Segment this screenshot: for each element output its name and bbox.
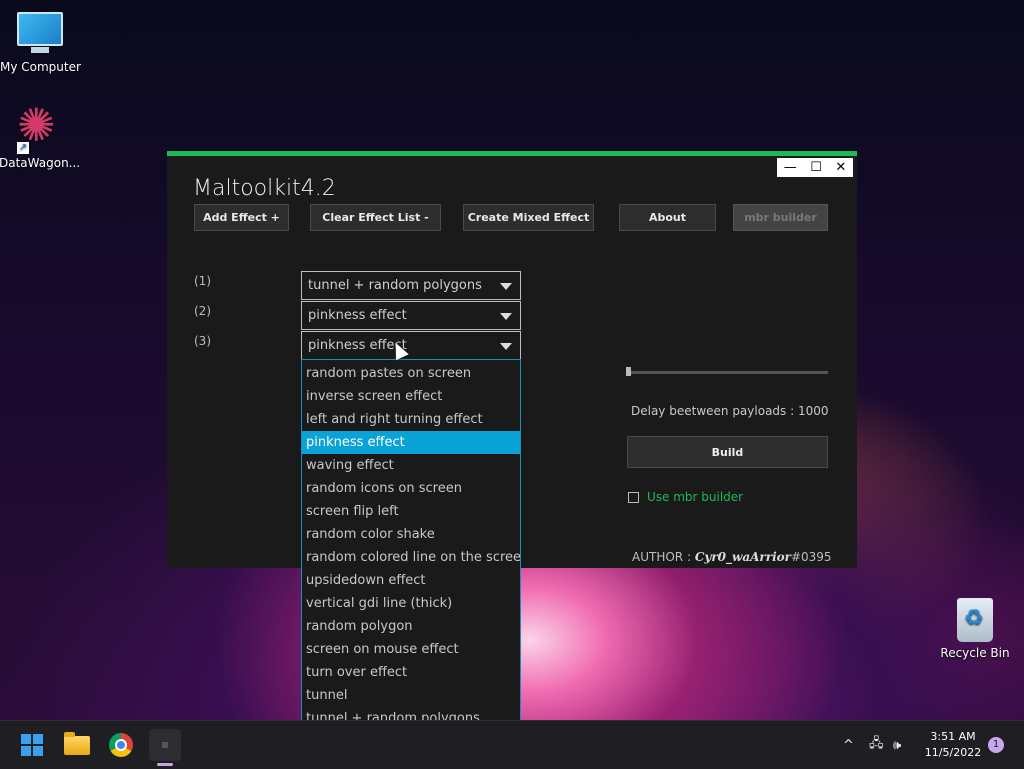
chrome-button[interactable] — [105, 729, 137, 761]
dropdown-option[interactable]: tunnel — [302, 684, 520, 707]
dropdown-option[interactable]: random colored line on the screen — [302, 546, 520, 569]
clock-date: 11/5/2022 — [924, 746, 982, 759]
minimize-button[interactable]: — — [784, 160, 797, 175]
shortcut-arrow-icon: ↗ — [17, 142, 29, 154]
dropdown-option[interactable]: vertical gdi line (thick) — [302, 592, 520, 615]
dropdown-option[interactable]: random pastes on screen — [302, 362, 520, 385]
effect-select-1[interactable]: tunnel + random polygons — [301, 271, 521, 300]
clock[interactable]: 3:51 AM 11/5/2022 — [918, 729, 988, 761]
delay-slider-thumb[interactable] — [626, 367, 631, 376]
create-mixed-effect-button[interactable]: Create Mixed Effect — [463, 204, 594, 231]
close-button[interactable]: ✕ — [835, 160, 846, 175]
dropdown-option[interactable]: left and right turning effect — [302, 408, 520, 431]
recycle-bin-shortcut[interactable]: Recycle Bin — [935, 598, 1015, 660]
dropdown-option[interactable]: screen on mouse effect — [302, 638, 520, 661]
dropdown-option[interactable]: random polygon — [302, 615, 520, 638]
effect-select-1-value: tunnel + random polygons — [308, 278, 482, 293]
chevron-down-icon — [500, 313, 512, 320]
taskbar: ^ 🖧 🕪 3:51 AM 11/5/2022 1 — [0, 720, 1024, 769]
clock-time: 3:51 AM — [930, 730, 976, 743]
dropdown-option[interactable]: screen flip left — [302, 500, 520, 523]
datawagon-shortcut[interactable]: ↗ DataWagon... — [0, 102, 81, 170]
row-1-label: (1) — [194, 274, 211, 288]
use-mbr-label[interactable]: Use mbr builder — [647, 490, 743, 504]
delay-slider-track[interactable] — [627, 371, 828, 374]
author-tag: #0395 — [790, 550, 832, 564]
effect-select-3[interactable]: pinkness effect — [301, 331, 521, 360]
about-button[interactable]: About — [619, 204, 716, 231]
dropdown-option[interactable]: pinkness effect — [302, 431, 520, 454]
volume-icon[interactable]: 🕪 — [893, 721, 901, 769]
network-icon[interactable]: 🖧 — [869, 721, 884, 769]
build-button[interactable]: Build — [627, 436, 828, 468]
start-button[interactable] — [16, 729, 48, 761]
effect-dropdown-list[interactable]: random pastes on screen inverse screen e… — [301, 359, 521, 720]
use-mbr-checkbox[interactable] — [628, 492, 639, 503]
dropdown-option[interactable]: upsidedown effect — [302, 569, 520, 592]
dropdown-option[interactable]: inverse screen effect — [302, 385, 520, 408]
my-computer-label: My Computer — [0, 60, 81, 74]
chrome-icon — [109, 733, 133, 757]
computer-icon — [17, 12, 63, 53]
datawagon-icon: ↗ — [17, 102, 61, 154]
dropdown-option[interactable]: waving effect — [302, 454, 520, 477]
effect-select-2[interactable]: pinkness effect — [301, 301, 521, 330]
author-credit: AUTHOR : Cyr0_waArrior#0395 — [632, 550, 832, 564]
desktop: My Computer ↗ DataWagon... Recycle Bin —… — [0, 0, 1024, 720]
author-name: Cyr0_waArrior — [694, 550, 791, 564]
chevron-down-icon — [500, 283, 512, 290]
add-effect-button[interactable]: Add Effect + — [194, 204, 289, 231]
tray-chevron[interactable]: ^ — [843, 721, 854, 769]
author-prefix: AUTHOR : — [632, 550, 695, 564]
file-explorer-button[interactable] — [61, 729, 93, 761]
dropdown-option[interactable]: random color shake — [302, 523, 520, 546]
datawagon-label: DataWagon... — [0, 156, 81, 170]
row-2-label: (2) — [194, 304, 211, 318]
notification-badge[interactable]: 1 — [988, 737, 1004, 753]
mbr-builder-button[interactable]: mbr builder — [733, 204, 828, 231]
windows-logo-icon — [21, 734, 43, 756]
chevron-down-icon — [500, 343, 512, 350]
dropdown-option[interactable]: tunnel + random polygons — [302, 707, 520, 720]
effect-select-2-value: pinkness effect — [308, 308, 407, 323]
recycle-bin-icon — [957, 598, 993, 642]
window-controls: — ☐ ✕ — [777, 158, 853, 177]
maximize-button[interactable]: ☐ — [810, 160, 822, 175]
my-computer-shortcut[interactable]: My Computer — [0, 12, 81, 74]
row-3-label: (3) — [194, 334, 211, 348]
maltoolkit-taskbar-button[interactable] — [149, 729, 181, 766]
dropdown-option[interactable]: random icons on screen — [302, 477, 520, 500]
delay-label: Delay beetween payloads : 1000 — [631, 404, 829, 418]
app-title: Maltoolkit4.2 — [193, 176, 336, 201]
recycle-bin-label: Recycle Bin — [940, 646, 1010, 660]
maltoolkit-window: — ☐ ✕ Maltoolkit4.2 Add Effect + Clear E… — [167, 151, 857, 720]
folder-icon — [64, 731, 90, 755]
app-icon — [162, 742, 168, 748]
dropdown-option[interactable]: turn over effect — [302, 661, 520, 684]
clear-effect-list-button[interactable]: Clear Effect List - — [310, 204, 441, 231]
